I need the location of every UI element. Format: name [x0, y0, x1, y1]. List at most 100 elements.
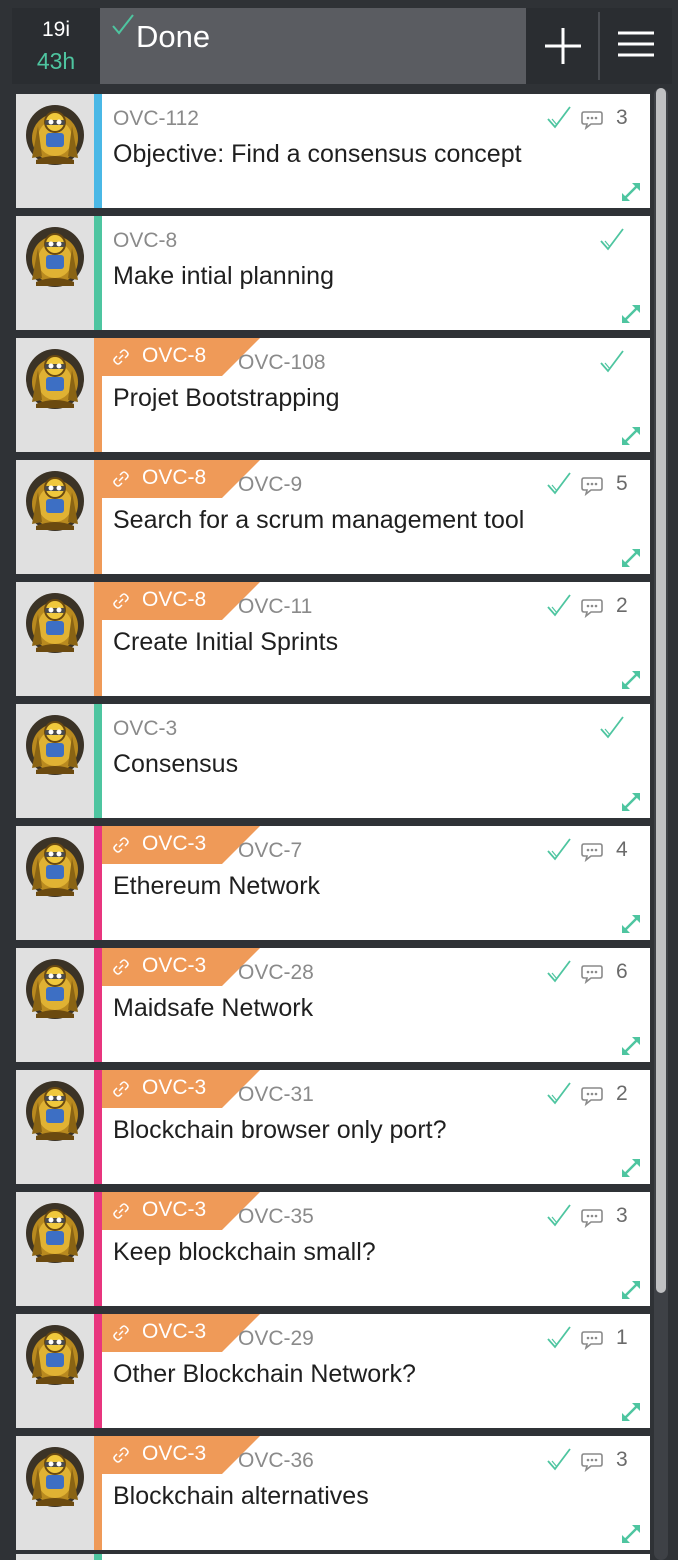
expand-icon[interactable]	[619, 1400, 643, 1424]
avatar[interactable]	[24, 1198, 86, 1264]
comment-count: 2	[616, 1082, 628, 1105]
avatar[interactable]	[24, 954, 86, 1020]
avatar[interactable]	[24, 100, 86, 166]
avatar[interactable]	[24, 588, 86, 654]
avatar[interactable]	[24, 1320, 86, 1386]
card[interactable]: OVC-112 Objective: Find a consensus conce…	[16, 94, 650, 208]
check-icon	[545, 470, 573, 498]
avatar[interactable]	[24, 344, 86, 410]
comment-count: 1	[616, 1326, 628, 1349]
card-title: Consensus	[113, 750, 239, 778]
expand-icon[interactable]	[619, 1034, 643, 1058]
card-accent-bar	[94, 704, 102, 818]
parent-issue-key: OVC-8	[142, 466, 207, 489]
avatar-column	[16, 216, 94, 330]
parent-issue-tag[interactable]: OVC-3	[102, 948, 260, 986]
card-title: Search for a scrum management tool	[113, 506, 525, 534]
comment-count: 6	[616, 960, 628, 983]
check-icon	[545, 592, 573, 620]
parent-issue-tag[interactable]: OVC-8	[102, 338, 260, 376]
avatar[interactable]	[24, 1442, 86, 1508]
expand-icon[interactable]	[619, 546, 643, 570]
card-accent-bar	[94, 1436, 102, 1550]
link-icon	[112, 1446, 130, 1464]
card-accent-bar	[94, 460, 102, 574]
issue-key: OVC-29	[238, 1327, 314, 1350]
expand-icon[interactable]	[619, 180, 643, 204]
card[interactable]: OVC-3 OVC-7 Ethereum Network 4	[16, 826, 650, 940]
expand-icon[interactable]	[619, 790, 643, 814]
check-icon	[112, 14, 134, 35]
avatar-column	[16, 1436, 94, 1550]
check-icon	[598, 714, 626, 742]
comment-count: 3	[616, 106, 628, 129]
avatar-column	[16, 948, 94, 1062]
check-icon	[598, 348, 626, 376]
check-icon	[545, 1446, 573, 1474]
card[interactable]: OVC-8 OVC-108 Projet Bootstrapping	[16, 338, 650, 452]
comment-icon	[580, 110, 604, 131]
comment-icon	[580, 1208, 604, 1229]
expand-icon[interactable]	[619, 668, 643, 692]
expand-icon[interactable]	[619, 1156, 643, 1180]
card[interactable]: OVC-8 OVC-11 Create Initial Sprints 2	[16, 582, 650, 696]
parent-issue-tag[interactable]: OVC-8	[102, 460, 260, 498]
hamburger-menu-icon	[618, 31, 654, 57]
card[interactable]: OVC-3 OVC-28 Maidsafe Network 6	[16, 948, 650, 1062]
comment-icon	[580, 1452, 604, 1473]
parent-issue-tag[interactable]: OVC-3	[102, 1436, 260, 1474]
parent-issue-key: OVC-3	[142, 1198, 207, 1221]
parent-issue-key: OVC-3	[142, 832, 207, 855]
card[interactable]: OVC-8 Make intial planning	[16, 216, 650, 330]
comment-count: 2	[616, 594, 628, 617]
expand-icon[interactable]	[619, 912, 643, 936]
issue-key: OVC-11	[238, 595, 313, 618]
avatar[interactable]	[24, 832, 86, 898]
avatar[interactable]	[24, 466, 86, 532]
expand-icon[interactable]	[619, 1522, 643, 1546]
expand-icon[interactable]	[619, 424, 643, 448]
issue-key: OVC-31	[238, 1083, 314, 1106]
add-card-button[interactable]	[530, 8, 596, 84]
card-title: Blockchain browser only port?	[113, 1116, 447, 1144]
card-accent-bar	[94, 582, 102, 696]
issue-key: OVC-9	[238, 473, 303, 496]
card[interactable]: OVC-3 OVC-31 Blockchain browser only port?…	[16, 1070, 650, 1184]
avatar[interactable]	[24, 710, 86, 776]
check-icon	[598, 226, 626, 254]
column-title-box[interactable]: Done	[100, 8, 526, 84]
parent-issue-tag[interactable]: OVC-3	[102, 1070, 260, 1108]
comment-icon	[580, 598, 604, 619]
column-header: 19i 43h Done	[12, 8, 672, 84]
card-title: Other Blockchain Network?	[113, 1360, 416, 1388]
avatar[interactable]	[24, 1076, 86, 1142]
avatar[interactable]	[24, 222, 86, 288]
card[interactable]: OVC-8 OVC-9 Search for a scrum management …	[16, 460, 650, 574]
parent-issue-key: OVC-8	[142, 588, 207, 611]
parent-issue-tag[interactable]: OVC-3	[102, 826, 260, 864]
menu-button[interactable]	[602, 8, 672, 84]
card-title: Make intial planning	[113, 262, 334, 290]
parent-issue-tag[interactable]: OVC-3	[102, 1192, 260, 1230]
parent-issue-tag[interactable]: OVC-8	[102, 582, 260, 620]
expand-icon[interactable]	[619, 1278, 643, 1302]
card[interactable]: OVC-3 OVC-36 Blockchain alternatives 3	[16, 1436, 650, 1550]
card-accent-bar	[94, 948, 102, 1062]
card[interactable]: OVC-3 Consensus	[16, 704, 650, 818]
expand-icon[interactable]	[619, 302, 643, 326]
comment-count: 4	[616, 838, 628, 861]
parent-issue-tag[interactable]: OVC-3	[102, 1314, 260, 1352]
check-icon	[545, 1202, 573, 1230]
card[interactable]: OVC-3 OVC-29 Other Blockchain Network? 1	[16, 1314, 650, 1428]
plus-icon	[545, 28, 581, 64]
link-icon	[112, 836, 130, 854]
link-icon	[112, 1202, 130, 1220]
card-title: Maidsafe Network	[113, 994, 314, 1022]
next-card-partial[interactable]	[16, 1554, 650, 1560]
comment-count: 3	[616, 1204, 628, 1227]
card-title: Objective: Find a consensus concept	[113, 140, 522, 168]
scrollbar-thumb[interactable]	[656, 88, 666, 1293]
card-accent-bar	[94, 1314, 102, 1428]
card[interactable]: OVC-3 OVC-35 Keep blockchain small? 3	[16, 1192, 650, 1306]
card-accent-bar	[94, 94, 102, 208]
